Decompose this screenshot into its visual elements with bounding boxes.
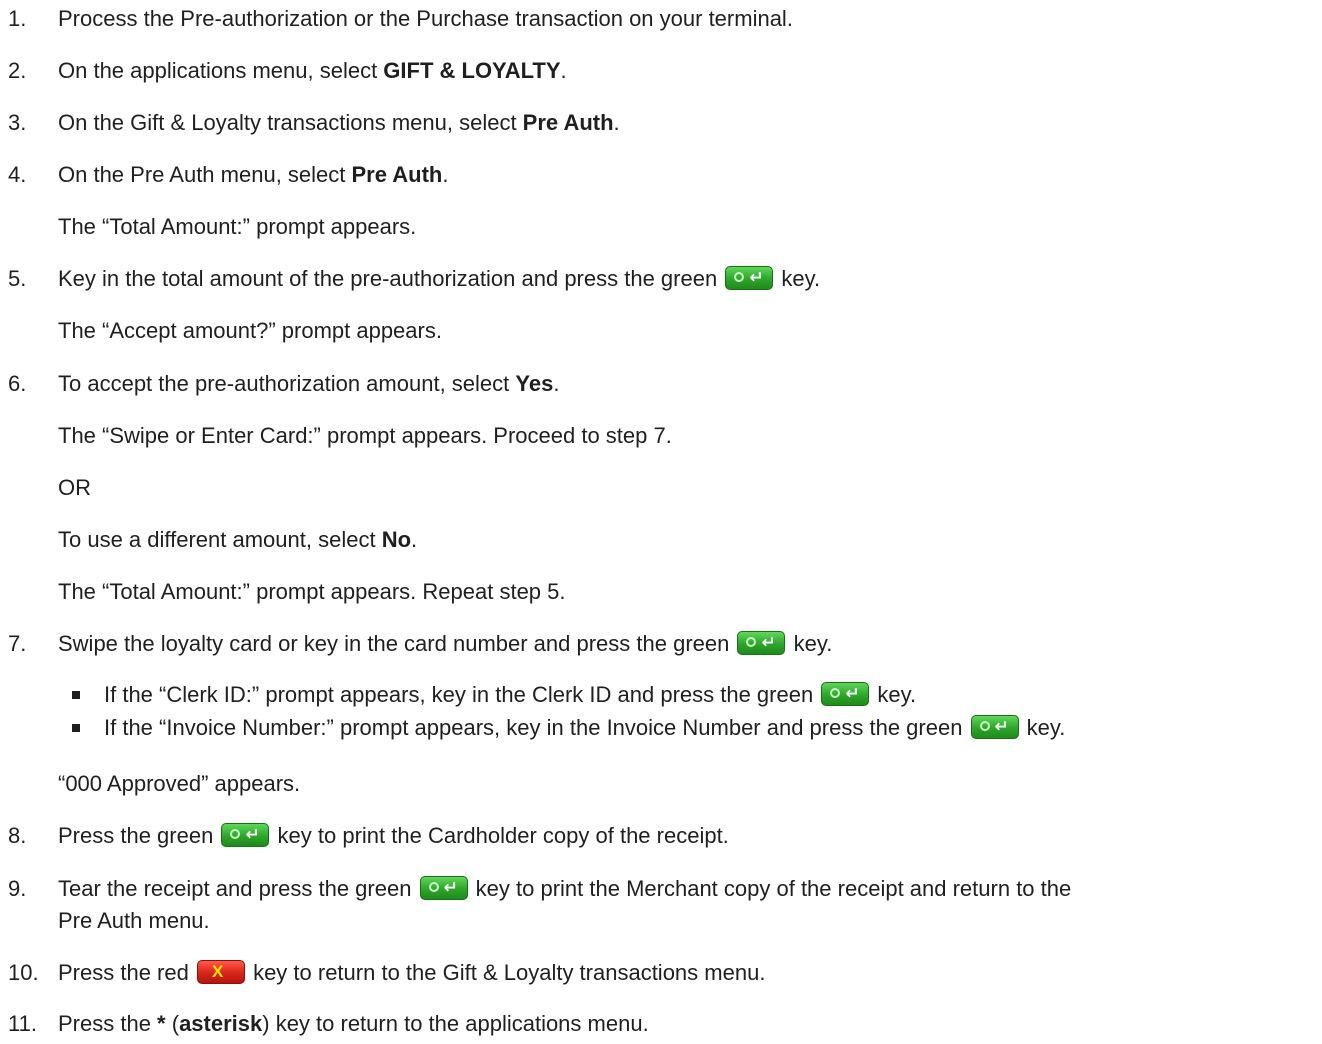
step-text-part: key. xyxy=(871,682,917,707)
step-text-continued: Pre Auth menu. xyxy=(58,908,210,933)
step-number: 5. xyxy=(8,266,27,291)
menu-option: GIFT & LOYALTY xyxy=(383,58,561,83)
step-number: 7. xyxy=(8,631,27,656)
step-text: On the applications menu, select GIFT & … xyxy=(58,58,567,84)
step-text-part: key. xyxy=(1020,715,1066,740)
step-number: 1. xyxy=(8,6,27,31)
step-text: Press the * (asterisk) key to return to … xyxy=(58,1011,649,1037)
step-note: The “Total Amount:” prompt appears. xyxy=(58,214,417,239)
step-text-part: . xyxy=(442,162,449,187)
step-text-part: key to print the Cardholder copy of the … xyxy=(271,823,729,848)
step-text: To accept the pre-authorization amount, … xyxy=(58,371,559,397)
red-cancel-key-icon: X xyxy=(196,960,245,984)
step-note: “000 Approved” appears. xyxy=(58,771,301,796)
step-text: Tear the receipt and press the green ↵ k… xyxy=(58,876,1071,902)
bullet-text: If the “Invoice Number:” prompt appears,… xyxy=(104,715,1065,741)
menu-option: Pre Auth xyxy=(351,162,443,187)
step-text: On the Gift & Loyalty transactions menu,… xyxy=(58,110,620,136)
step-number: 10. xyxy=(8,960,39,985)
bullet-icon xyxy=(72,724,80,732)
step-number: 8. xyxy=(8,823,27,848)
step-number: 6. xyxy=(8,371,27,396)
step-text: Process the Pre-authorization or the Pur… xyxy=(58,6,793,31)
menu-option: No xyxy=(381,527,412,552)
step-text: Swipe the loyalty card or key in the car… xyxy=(58,631,832,657)
step-text-part: . xyxy=(553,371,560,396)
step-number: 2. xyxy=(8,58,27,83)
step-text-part: Press the xyxy=(58,1011,158,1036)
step-text: Press the red X key to return to the Gif… xyxy=(58,960,765,986)
step-text-part: key to return to the Gift & Loyalty tran… xyxy=(246,960,766,985)
step-text-part: . xyxy=(411,527,418,552)
bullet-icon xyxy=(72,691,80,699)
step-text-part: Press the green xyxy=(58,823,220,848)
step-text: Press the green ↵ key to print the Cardh… xyxy=(58,823,729,849)
step-text-part: On the Pre Auth menu, select xyxy=(58,162,352,187)
step-text-part: key. xyxy=(787,631,833,656)
step-text-part: key to print the Merchant copy of the re… xyxy=(469,876,1072,901)
step-text: On the Pre Auth menu, select Pre Auth. xyxy=(58,162,448,188)
step-text: To use a different amount, select No. xyxy=(58,527,417,553)
step-note: The “Swipe or Enter Card:” prompt appear… xyxy=(58,423,672,448)
step-text-part: To use a different amount, select xyxy=(58,527,382,552)
step-text-part: If the “Invoice Number:” prompt appears,… xyxy=(104,715,969,740)
step-number: 3. xyxy=(8,110,27,135)
green-enter-key-icon: ↵ xyxy=(970,715,1019,739)
menu-option: Pre Auth xyxy=(522,110,614,135)
step-text-part: . xyxy=(613,110,620,135)
green-enter-key-icon: ↵ xyxy=(419,876,468,900)
asterisk-word: asterisk xyxy=(179,1011,263,1036)
step-number: 4. xyxy=(8,162,27,187)
step-text-part: On the applications menu, select xyxy=(58,58,384,83)
bullet-text: If the “Clerk ID:” prompt appears, key i… xyxy=(104,682,916,708)
step-text-part: ( xyxy=(165,1011,180,1036)
step-text-part: On the Gift & Loyalty transactions menu,… xyxy=(58,110,523,135)
instruction-document: 1. Process the Pre-authorization or the … xyxy=(0,0,1322,1044)
green-enter-key-icon: ↵ xyxy=(737,631,786,655)
menu-option: Yes xyxy=(515,371,554,396)
step-text-part: ) key to return to the applications menu… xyxy=(262,1011,649,1036)
step-text-part: Press the red xyxy=(58,960,195,985)
step-note: The “Total Amount:” prompt appears. Repe… xyxy=(58,579,566,604)
step-text-part: . xyxy=(560,58,567,83)
asterisk-key-label: * xyxy=(157,1011,166,1036)
step-note: The “Accept amount?” prompt appears. xyxy=(58,318,442,343)
step-text: Key in the total amount of the pre-autho… xyxy=(58,266,820,292)
step-text-part: key. xyxy=(775,266,821,291)
green-enter-key-icon: ↵ xyxy=(821,682,870,706)
step-text-part: To accept the pre-authorization amount, … xyxy=(58,371,516,396)
step-text-part: Swipe the loyalty card or key in the car… xyxy=(58,631,736,656)
or-separator: OR xyxy=(58,475,91,500)
step-text-part: Key in the total amount of the pre-autho… xyxy=(58,266,724,291)
green-enter-key-icon: ↵ xyxy=(725,266,774,290)
green-enter-key-icon: ↵ xyxy=(221,823,270,847)
step-number: 9. xyxy=(8,876,27,901)
step-text-part: Tear the receipt and press the green xyxy=(58,876,418,901)
step-text-part: If the “Clerk ID:” prompt appears, key i… xyxy=(104,682,820,707)
step-number: 11. xyxy=(8,1011,37,1036)
